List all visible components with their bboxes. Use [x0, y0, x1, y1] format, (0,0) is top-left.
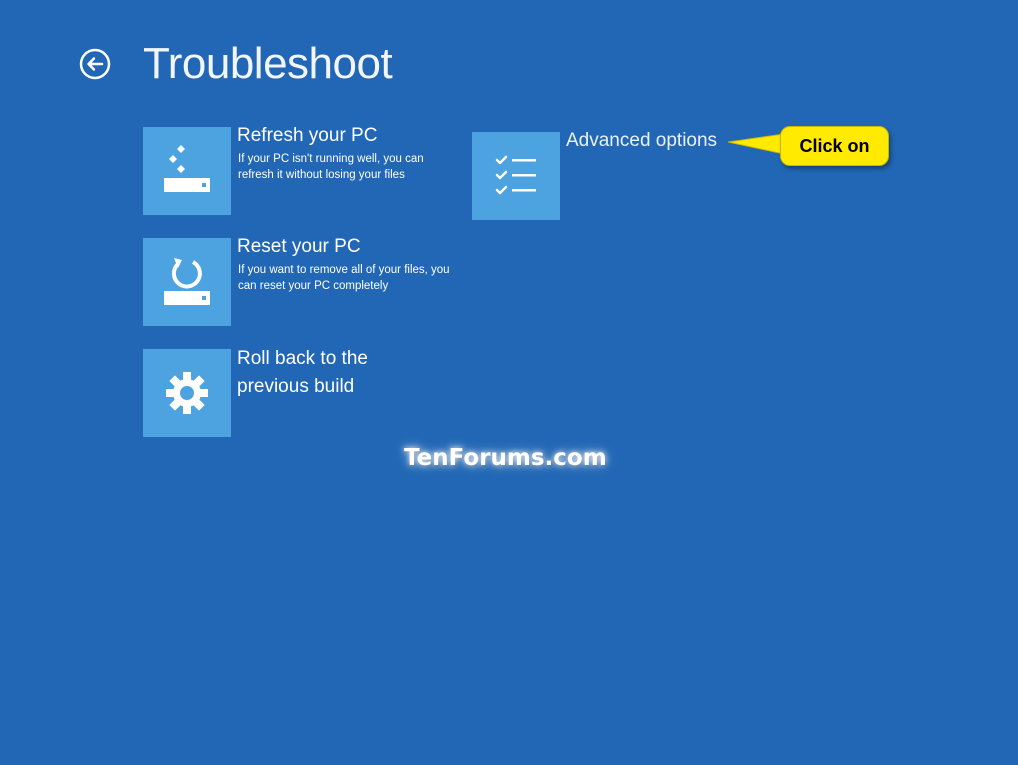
refresh-pc-option[interactable]: Refresh your PC If your PC isn't running…: [143, 125, 443, 215]
roll-back-option[interactable]: Roll back to the previous build: [143, 348, 443, 437]
reset-pc-description: If you want to remove all of your files,…: [238, 264, 450, 292]
reset-tile-icon-box: [143, 238, 231, 326]
roll-back-title: Roll back to the previous build: [237, 348, 368, 397]
advanced-tile-icon-box: [472, 132, 560, 220]
reset-drive-icon: [164, 258, 210, 305]
refresh-drive-icon: [164, 145, 210, 192]
gear-icon: [166, 372, 208, 414]
page-title: Troubleshoot: [143, 39, 393, 88]
callout-text: Click on: [799, 135, 870, 156]
reset-pc-title: Reset your PC: [237, 236, 361, 257]
watermark: TenForums.com: [404, 445, 607, 471]
advanced-options-title: Advanced options: [566, 130, 718, 151]
advanced-options-option[interactable]: Advanced options: [472, 130, 732, 220]
callout-pointer: [728, 133, 785, 155]
back-arrow-icon: [79, 48, 111, 80]
click-on-callout: Click on: [780, 126, 889, 166]
back-button[interactable]: [79, 48, 111, 80]
roll-back-tile-icon-box: [143, 349, 231, 437]
checklist-icon: [495, 155, 536, 195]
reset-pc-option[interactable]: Reset your PC If you want to remove all …: [143, 236, 450, 326]
refresh-pc-description: If your PC isn't running well, you can r…: [238, 153, 424, 181]
refresh-pc-title: Refresh your PC: [237, 125, 378, 146]
refresh-tile-icon-box: [143, 127, 231, 215]
